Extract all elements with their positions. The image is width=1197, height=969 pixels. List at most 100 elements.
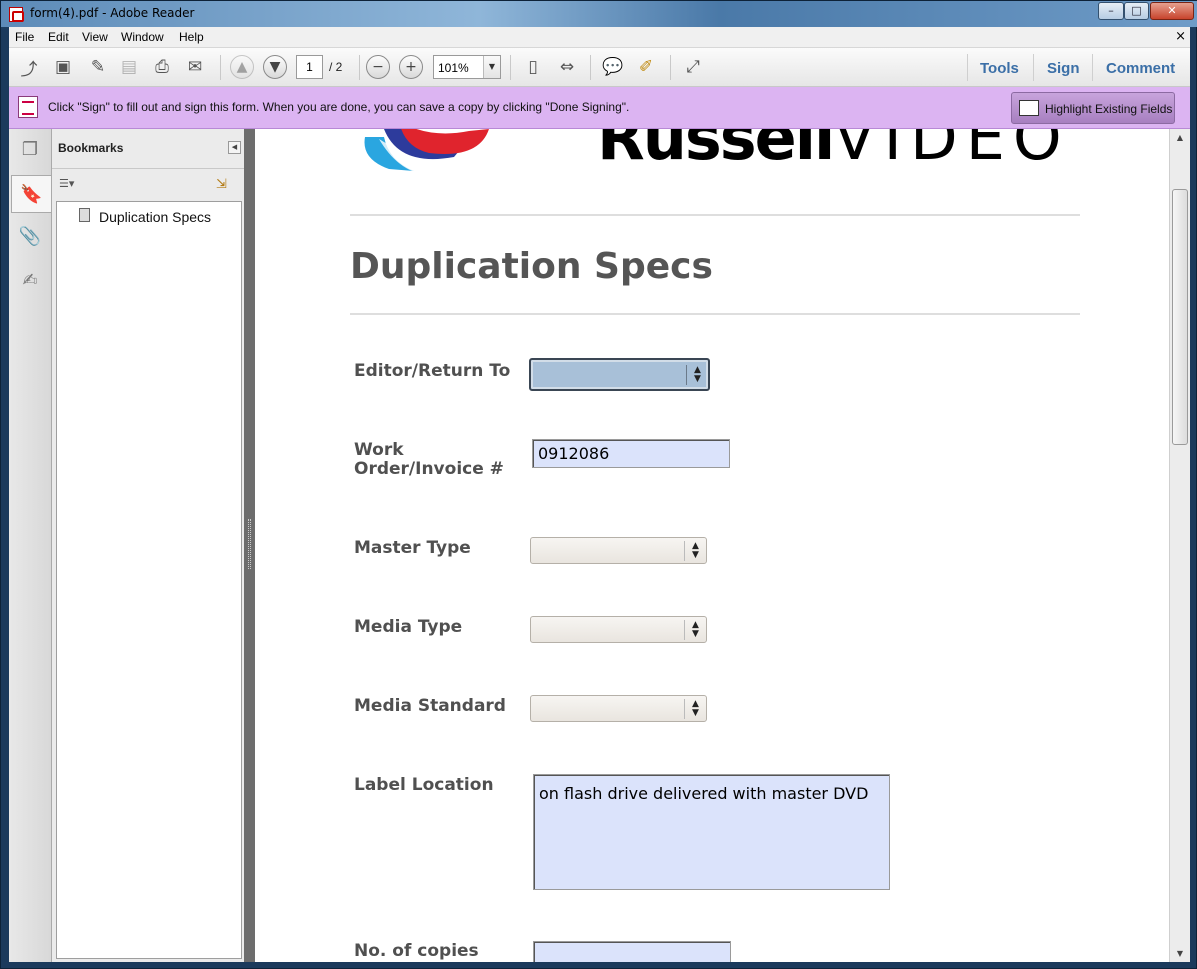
menu-view[interactable]: View xyxy=(82,30,108,44)
splitter-grip xyxy=(248,519,251,569)
form-message: Click "Sign" to fill out and sign this f… xyxy=(48,100,630,114)
label-location-textarea[interactable]: on flash drive delivered with master DVD xyxy=(533,774,890,890)
toolbar: ⤴ ▣ ✎ ▤ ⎙ ✉ ▲ ▼ 1 / 2 − + 101% ▼ ▯ ⇔ 💬 ✐… xyxy=(9,48,1190,87)
minimize-icon: – xyxy=(1108,4,1114,17)
media-standard-select[interactable]: ▲ ▼ xyxy=(530,695,707,722)
attachments-icon[interactable]: 📎 xyxy=(17,222,43,250)
print-icon[interactable]: ⎙ xyxy=(150,55,174,79)
work-order-input[interactable]: 0912086 xyxy=(532,439,730,468)
new-bookmark-icon[interactable]: ⇲ xyxy=(216,177,234,195)
work-order-label-line1: Work xyxy=(354,440,404,460)
chevron-down-icon[interactable]: ▼ xyxy=(483,56,500,78)
media-type-label: Media Type xyxy=(354,617,463,637)
maximize-icon: □ xyxy=(1131,4,1142,17)
copies-label: No. of copies xyxy=(354,941,479,961)
zoom-value: 101% xyxy=(438,61,469,75)
sticky-note-icon[interactable]: 💬 xyxy=(601,55,625,79)
divider-bottom xyxy=(350,313,1080,315)
fit-page-icon[interactable]: ▯ xyxy=(521,55,545,79)
master-type-label: Master Type xyxy=(354,538,471,558)
work-order-label: Work Order/Invoice # xyxy=(354,441,504,479)
media-standard-label: Media Standard xyxy=(354,696,506,716)
pdf-app-icon xyxy=(9,7,24,22)
save-icon[interactable]: ▤ xyxy=(117,55,141,79)
page-thumbnails-icon[interactable]: ❐ xyxy=(17,135,43,163)
toolbar-divider xyxy=(1033,54,1034,81)
fullscreen-icon[interactable]: ⤢ xyxy=(681,55,705,79)
editor-label: Editor/Return To xyxy=(354,361,511,381)
bookmarks-panel: Bookmarks ◀ ☰▾ ⇲ Duplication Specs xyxy=(52,129,244,962)
highlight-fields-icon xyxy=(1019,100,1039,116)
navigation-pane: ❐ 🔖 📎 ✍ xyxy=(9,129,52,962)
email-icon[interactable]: ✉ xyxy=(183,55,207,79)
bookmarks-toolbar: ☰▾ ⇲ xyxy=(52,170,244,200)
label-location-label: Label Location xyxy=(354,775,494,795)
previous-page-icon[interactable]: ▲ xyxy=(230,55,254,79)
work-order-label-line2: Order/Invoice # xyxy=(354,459,504,479)
select-arrows-icon: ▲ ▼ xyxy=(684,620,706,640)
create-pdf-icon[interactable]: ⤴ xyxy=(17,55,41,80)
zoom-out-icon[interactable]: − xyxy=(366,55,390,79)
logo-text-thin: VIDEO xyxy=(833,129,1070,174)
menu-window[interactable]: Window xyxy=(121,30,164,44)
toolbar-divider xyxy=(1092,54,1093,81)
close-document-icon[interactable]: × xyxy=(1175,29,1186,44)
menu-file[interactable]: File xyxy=(15,30,34,44)
panel-splitter[interactable] xyxy=(244,129,255,962)
document-title: Duplication Specs xyxy=(350,246,713,287)
scroll-up-icon[interactable]: ▲ xyxy=(1170,129,1190,146)
window-title: form(4).pdf - Adobe Reader xyxy=(30,6,195,20)
page-total: / 2 xyxy=(329,60,343,74)
toolbar-divider xyxy=(220,55,221,80)
master-type-select[interactable]: ▲ ▼ xyxy=(530,537,707,564)
select-arrows-icon: ▲ ▼ xyxy=(684,699,706,719)
bookmarks-header: Bookmarks ◀ xyxy=(52,129,244,169)
company-logo xyxy=(364,129,489,175)
page-number-input[interactable]: 1 xyxy=(296,55,323,79)
toolbar-divider xyxy=(359,55,360,80)
divider-top xyxy=(350,214,1080,216)
toolbar-divider xyxy=(670,55,671,80)
signatures-icon[interactable]: ✍ xyxy=(17,266,43,294)
open-file-icon[interactable]: ▣ xyxy=(51,55,75,79)
media-type-select[interactable]: ▲ ▼ xyxy=(530,616,707,643)
select-arrows-icon: ▲ ▼ xyxy=(684,541,706,561)
form-message-bar: Click "Sign" to fill out and sign this f… xyxy=(9,87,1190,129)
options-menu-icon[interactable]: ☰▾ xyxy=(59,177,83,193)
logo-text-bold: Russell xyxy=(597,129,835,174)
logo-wordmark: RussellVIDEO xyxy=(597,129,1070,169)
bookmark-icon xyxy=(79,208,90,222)
menu-bar: File Edit View Window Help × xyxy=(9,27,1190,48)
document-view[interactable]: RussellVIDEO Duplication Specs Editor/Re… xyxy=(255,129,1169,962)
copies-input[interactable] xyxy=(533,941,731,962)
title-bar[interactable]: form(4).pdf - Adobe Reader – □ ✕ xyxy=(1,1,1197,27)
select-arrows-icon: ▲ ▼ xyxy=(686,365,708,385)
zoom-select[interactable]: 101% ▼ xyxy=(433,55,501,79)
minimize-button[interactable]: – xyxy=(1098,2,1124,20)
edit-form-icon[interactable]: ✎ xyxy=(86,55,110,79)
bookmarks-icon[interactable]: 🔖 xyxy=(11,175,51,213)
bookmarks-title: Bookmarks xyxy=(58,141,124,155)
bookmark-label: Duplication Specs xyxy=(99,209,212,225)
highlight-fields-button[interactable]: Highlight Existing Fields xyxy=(1011,92,1175,124)
close-icon: ✕ xyxy=(1167,4,1177,17)
fit-width-icon[interactable]: ⇔ xyxy=(555,55,579,79)
close-window-button[interactable]: ✕ xyxy=(1150,2,1194,20)
toolbar-divider xyxy=(967,54,968,81)
zoom-in-icon[interactable]: + xyxy=(399,55,423,79)
next-page-icon[interactable]: ▼ xyxy=(263,55,287,79)
sign-pane-button[interactable]: Sign xyxy=(1047,60,1080,77)
scroll-down-icon[interactable]: ▼ xyxy=(1170,945,1190,962)
menu-edit[interactable]: Edit xyxy=(48,30,69,44)
comment-pane-button[interactable]: Comment xyxy=(1106,60,1175,77)
maximize-button[interactable]: □ xyxy=(1124,2,1149,20)
collapse-panel-icon[interactable]: ◀ xyxy=(228,141,241,154)
bookmarks-list: Duplication Specs xyxy=(56,201,242,959)
highlight-text-icon[interactable]: ✐ xyxy=(634,55,658,79)
scrollbar-thumb[interactable] xyxy=(1172,189,1188,445)
menu-help[interactable]: Help xyxy=(179,30,204,44)
editor-return-select[interactable]: ▲ ▼ xyxy=(529,358,710,391)
tools-pane-button[interactable]: Tools xyxy=(980,60,1019,77)
vertical-scrollbar[interactable]: ▲ ▼ xyxy=(1169,129,1190,962)
toolbar-divider xyxy=(590,55,591,80)
